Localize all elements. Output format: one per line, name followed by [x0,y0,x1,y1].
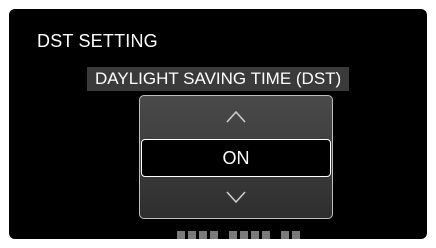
guide-gap [273,231,278,239]
setting-name-label: DAYLIGHT SAVING TIME (DST) [87,67,350,91]
guide-bar [240,231,248,239]
guide-bar [292,231,300,239]
guide-bar [262,231,270,239]
value-selector[interactable]: ON [139,95,333,219]
button-guide-bars [177,231,300,239]
page-title: DST SETTING [37,31,158,51]
guide-bar [229,231,237,239]
guide-bar [188,231,196,239]
chevron-down-icon[interactable] [140,176,332,218]
guide-bar [281,231,289,239]
chevron-up-icon[interactable] [140,96,332,138]
guide-bar [177,231,185,239]
selected-value[interactable]: ON [141,139,331,177]
guide-bar [199,231,207,239]
guide-bar [251,231,259,239]
guide-bar [210,231,218,239]
camera-menu-screen: DST SETTING DAYLIGHT SAVING TIME (DST) O… [9,9,427,239]
guide-gap [221,231,226,239]
